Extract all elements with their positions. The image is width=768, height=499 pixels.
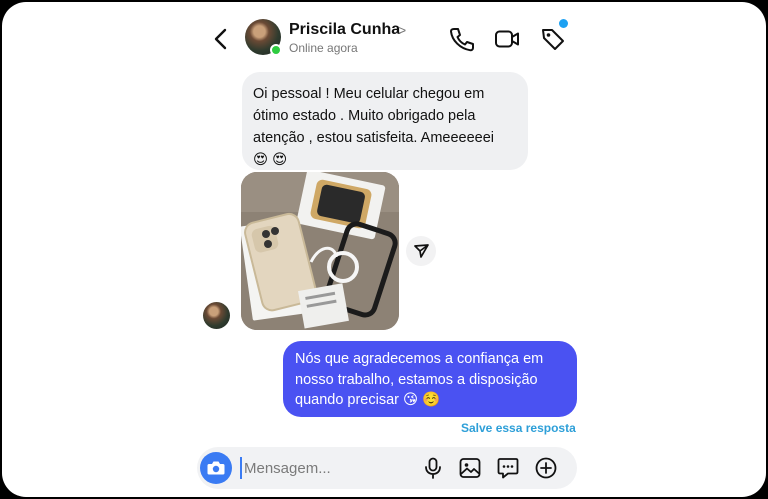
product-photo[interactable] bbox=[241, 172, 399, 330]
tag-icon[interactable] bbox=[539, 25, 567, 53]
message-emoji: 😘 ☺️ bbox=[403, 392, 441, 408]
send-icon bbox=[414, 244, 429, 258]
chevron-right-icon[interactable]: > bbox=[398, 22, 406, 38]
outgoing-message-bubble[interactable]: Nós que agradecemos a confiança em nosso… bbox=[283, 341, 577, 417]
camera-icon bbox=[207, 461, 225, 475]
phone-icon[interactable] bbox=[447, 25, 475, 53]
camera-button[interactable] bbox=[200, 452, 232, 484]
gallery-icon[interactable] bbox=[458, 456, 482, 480]
save-reply-link[interactable]: Salve essa resposta bbox=[461, 421, 576, 435]
incoming-message-bubble[interactable]: Oi pessoal ! Meu celular chegou em ótimo… bbox=[242, 72, 528, 170]
contact-name[interactable]: Priscila Cunha bbox=[289, 21, 400, 39]
message-input[interactable] bbox=[240, 457, 410, 479]
message-emoji: 😍 😍 bbox=[253, 152, 288, 168]
plus-icon[interactable] bbox=[534, 456, 558, 480]
contact-status: Online agora bbox=[289, 41, 358, 55]
sender-avatar[interactable] bbox=[203, 302, 230, 329]
microphone-icon[interactable] bbox=[421, 456, 445, 480]
chat-screen: Priscila Cunha > Online agora Oi pessoal… bbox=[2, 2, 766, 497]
online-indicator bbox=[270, 44, 282, 56]
sticker-chat-icon[interactable] bbox=[496, 456, 520, 480]
message-text: Oi pessoal ! Meu celular chegou em ótimo… bbox=[253, 86, 495, 146]
notification-badge bbox=[559, 19, 568, 28]
back-chevron-icon[interactable] bbox=[210, 26, 232, 52]
share-button[interactable] bbox=[406, 236, 436, 266]
video-camera-icon[interactable] bbox=[493, 25, 521, 53]
